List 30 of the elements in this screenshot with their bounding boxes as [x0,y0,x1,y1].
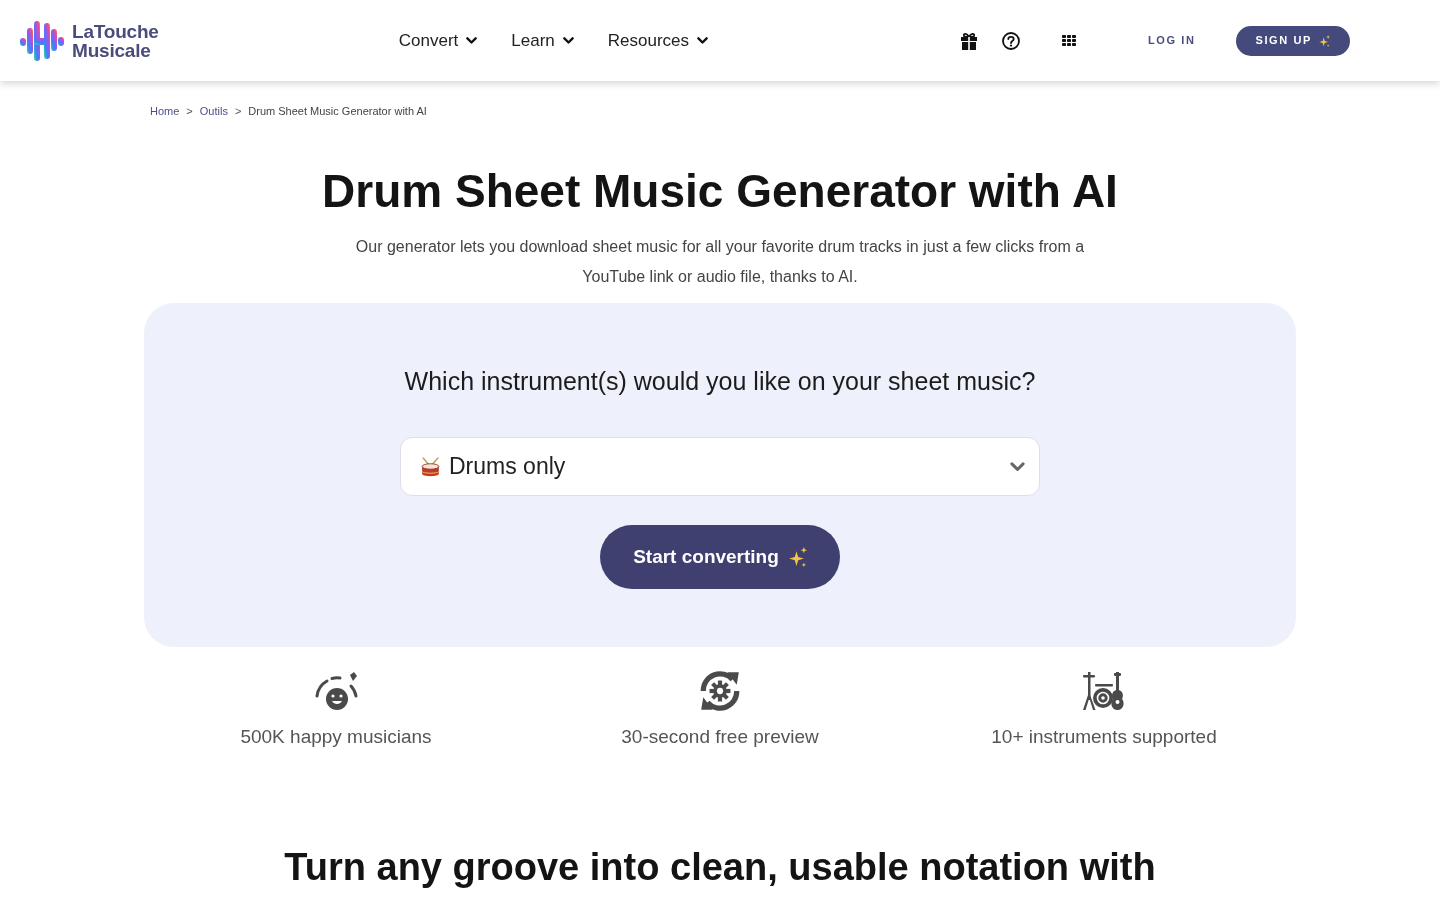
feature-text: 30-second free preview [621,725,819,749]
drum-icon [420,456,441,477]
brand-name[interactable]: LaTouche Musicale [72,21,159,60]
breadcrumb-current: Drum Sheet Music Generator with AI [248,105,427,117]
instrument-select[interactable]: Drums only [400,437,1040,496]
breadcrumb-separator: > [234,105,242,117]
breadcrumb-link[interactable]: Home [150,105,180,117]
sparkle-icon [786,547,807,567]
section-heading: Turn any groove into clean, usable notation with [283,845,1157,889]
page-subtitle: Our generator lets you download sheet music for all your favorite drum tracks in just a few clicks from a YouTube link or audio file, thanks to AI. [354,237,1086,287]
page-title: Drum Sheet Music Generator with AI [321,164,1119,219]
caret-icon [697,37,708,44]
breadcrumb-separator: > [186,105,193,117]
caret-icon [466,37,478,44]
breadcrumb-link[interactable]: Outils [199,105,228,117]
feature-text: 10+ instruments supported [991,725,1217,749]
gift-icon[interactable] [960,31,978,50]
feature-text: 500K happy musicians [240,725,432,749]
nav-menu-link[interactable]: Learn [511,27,574,54]
login-link[interactable]: LOG IN [1148,32,1196,49]
caret-icon [1010,461,1025,472]
instrument-question: Which instrument(s) would you like on your sheet music? [403,366,1037,396]
nav-menu-link[interactable]: Convert [398,27,478,54]
nav-menu-link[interactable]: Resources [607,27,708,54]
signup-button[interactable]: SIGN UP [1235,25,1350,56]
apps-grid-icon[interactable] [1062,35,1076,46]
help-icon[interactable] [1002,31,1020,50]
start-converting-button[interactable]: Start converting [600,525,840,589]
logo-icon[interactable] [20,20,64,61]
caret-icon [562,37,574,44]
